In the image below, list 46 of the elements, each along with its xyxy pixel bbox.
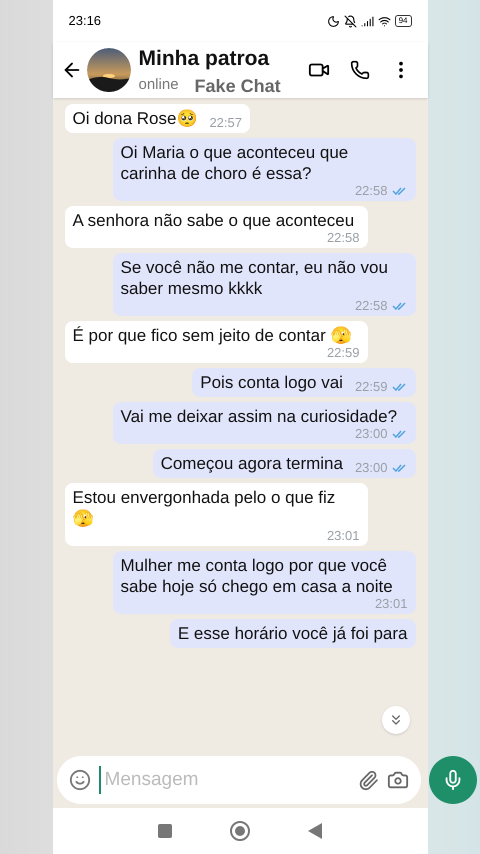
- message-time: 22:58: [326, 231, 360, 244]
- message-text: A senhora não sabe o que aconteceu: [72, 210, 356, 231]
- attach-icon[interactable]: [358, 770, 378, 790]
- message-text: Estou envergonhada pelo o que fiz 🫣: [72, 487, 336, 529]
- wifi-icon: [378, 14, 391, 28]
- message-time: 23:01: [326, 529, 360, 542]
- message-text: Vai me deixar assim na curiosidade?: [120, 406, 398, 427]
- message-time: 23:00: [354, 461, 388, 474]
- message-field[interactable]: Mensagem: [56, 756, 420, 804]
- emoji-icon[interactable]: [68, 769, 90, 791]
- back-icon[interactable]: [308, 823, 322, 839]
- message-text: E esse horário você já foi para: [178, 623, 408, 644]
- message-text: Oi Maria o que aconteceu que carinha de choro é essa?: [120, 142, 350, 184]
- message-time: 23:00: [354, 427, 388, 440]
- moon-icon: [326, 14, 340, 28]
- battery-level: 94: [394, 15, 412, 27]
- message-time: 23:01: [374, 597, 408, 610]
- message-input[interactable]: Mensagem: [98, 766, 350, 794]
- message-text: Oi dona Rose🥺: [72, 108, 198, 129]
- double-check-icon: [392, 186, 408, 196]
- watermark-label: Fake Chat: [194, 74, 281, 98]
- message-text: Começou agora termina: [160, 453, 343, 474]
- message-time: 22:59: [326, 346, 360, 359]
- double-check-icon: [392, 300, 408, 310]
- message-text: É por que fico sem jeito de contar 🫣: [72, 325, 352, 346]
- contact-name: Minha patroa: [138, 46, 270, 72]
- phone-icon[interactable]: [350, 60, 370, 80]
- scroll-down-button[interactable]: [382, 706, 410, 734]
- message-time: 22:58: [354, 184, 388, 197]
- double-check-icon: [392, 462, 408, 472]
- message-text: Se você não me contar, eu não vou saber mesmo kkkk: [120, 257, 389, 299]
- double-check-icon: [392, 428, 408, 438]
- home-icon[interactable]: [230, 821, 250, 841]
- bell-off-icon: [344, 14, 357, 28]
- signal-icon: [360, 14, 374, 28]
- double-check-icon: [392, 382, 408, 392]
- message-time: 22:59: [354, 380, 388, 393]
- message-text: Mulher me conta logo por que você sabe hoje só chego em casa a noite: [120, 555, 394, 597]
- mic-button[interactable]: [428, 756, 476, 804]
- message-time: 22:58: [354, 299, 388, 312]
- status-time: 23:16: [68, 12, 102, 30]
- avatar: [86, 48, 130, 92]
- message-time: 22:57: [209, 116, 242, 129]
- message-text: Pois conta logo vai: [200, 372, 343, 393]
- camera-icon[interactable]: [386, 769, 408, 791]
- presence-status: online: [138, 76, 179, 94]
